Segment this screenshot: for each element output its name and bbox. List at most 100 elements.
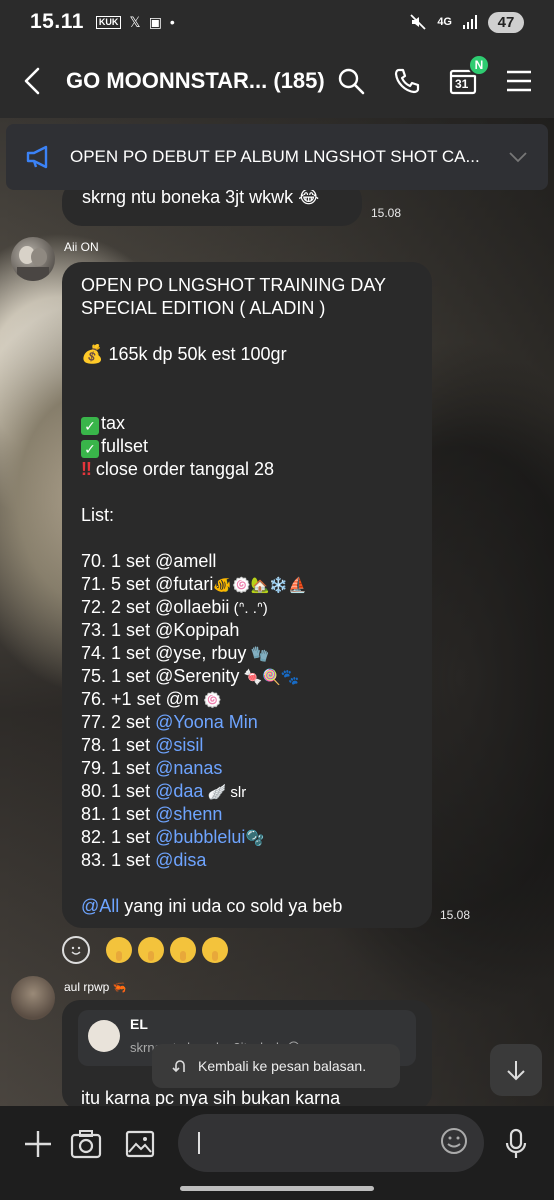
mention-link[interactable]: @nanas bbox=[155, 758, 222, 778]
money-bag-emoji: 💰 bbox=[81, 344, 104, 364]
order-list-item: 79. 1 set @nanas bbox=[81, 757, 414, 780]
order-quantity: 1 set bbox=[111, 758, 151, 778]
order-suffix: 🪽 slr bbox=[203, 784, 247, 801]
mention-all[interactable]: @All bbox=[81, 896, 119, 916]
scroll-to-bottom-button[interactable] bbox=[490, 1044, 542, 1096]
order-list-item: 77. 2 set @Yoona Min bbox=[81, 711, 414, 734]
reply-author: EL bbox=[130, 1016, 148, 1032]
order-quantity: 2 set bbox=[111, 597, 151, 617]
order-name: @amell bbox=[155, 551, 217, 571]
order-quantity: 2 set bbox=[111, 712, 151, 732]
message-bubble[interactable]: OPEN PO LNGSHOT TRAINING DAY SPECIAL EDI… bbox=[62, 262, 432, 928]
order-name: @Serenity bbox=[155, 666, 240, 686]
bag-icon: ▣ bbox=[148, 13, 162, 30]
status-bar: 15.11 KUK 𝕏 ▣ • 4G 47 bbox=[0, 0, 554, 44]
mention-link[interactable]: @bubblelui bbox=[155, 827, 245, 847]
hamburger-icon bbox=[507, 70, 531, 92]
mention-link[interactable]: @disa bbox=[155, 850, 206, 870]
mention-link[interactable]: @shenn bbox=[155, 804, 222, 824]
microphone-icon bbox=[505, 1128, 527, 1158]
dot-icon: • bbox=[169, 14, 175, 30]
plus-icon bbox=[25, 1131, 51, 1157]
order-number: 73. bbox=[81, 620, 107, 640]
gallery-button[interactable] bbox=[122, 1126, 158, 1162]
order-quantity: 1 set bbox=[111, 666, 151, 686]
order-quantity: 5 set bbox=[111, 574, 151, 594]
order-number: 71. bbox=[81, 574, 107, 594]
order-list-item: 74. 1 set @yse, rbuy 🧤 bbox=[81, 642, 414, 665]
order-number: 76. bbox=[81, 689, 107, 709]
order-list-item: 76. +1 set @m 🍥 bbox=[81, 688, 414, 711]
check-item: tax bbox=[101, 413, 126, 433]
calendar-badge: N bbox=[468, 54, 490, 76]
sender-name[interactable]: Aii ON bbox=[64, 240, 99, 254]
list-label: List: bbox=[81, 505, 115, 525]
notification-icons: KUK 𝕏 ▣ • bbox=[95, 13, 175, 31]
message-time: 15.08 bbox=[371, 206, 402, 220]
order-number: 75. bbox=[81, 666, 107, 686]
emoji-button[interactable] bbox=[440, 1127, 468, 1160]
network-label: 4G bbox=[437, 16, 452, 28]
back-button[interactable] bbox=[22, 61, 56, 101]
announcement-banner[interactable]: OPEN PO DEBUT EP ALBUM LNGSHOT SHOT CA..… bbox=[6, 124, 548, 190]
mention-link[interactable]: @sisil bbox=[155, 735, 203, 755]
smile-icon bbox=[71, 946, 81, 955]
double-exclamation-icon: ‼ bbox=[81, 459, 92, 479]
composer-bar bbox=[0, 1106, 554, 1200]
search-icon bbox=[338, 68, 365, 95]
mention-link[interactable]: @Yoona Min bbox=[155, 712, 258, 732]
system-icons: 4G 47 bbox=[409, 11, 524, 33]
chevron-down-icon[interactable] bbox=[508, 151, 528, 163]
back-to-reply-toast[interactable]: Kembali ke pesan balasan. bbox=[152, 1044, 400, 1088]
order-number: 81. bbox=[81, 804, 107, 824]
smile-icon bbox=[441, 1127, 467, 1154]
calendar-day: 31 bbox=[455, 77, 469, 91]
order-list-item: 80. 1 set @daa 🪽 slr bbox=[81, 780, 414, 803]
order-quantity: 1 set bbox=[111, 735, 151, 755]
call-button[interactable] bbox=[390, 64, 424, 98]
order-number: 74. bbox=[81, 643, 107, 663]
order-number: 72. bbox=[81, 597, 107, 617]
kuk-icon: KUK bbox=[95, 15, 122, 29]
text-caret bbox=[198, 1132, 200, 1154]
add-attachment-button[interactable] bbox=[20, 1126, 56, 1162]
order-list-item: 81. 1 set @shenn bbox=[81, 803, 414, 826]
shushing-face-icon[interactable] bbox=[138, 937, 164, 963]
home-indicator[interactable] bbox=[180, 1186, 374, 1191]
order-quantity: 1 set bbox=[111, 643, 151, 663]
order-suffix: 🐠🍥🏡❄️⛵ bbox=[213, 577, 307, 594]
menu-button[interactable] bbox=[502, 64, 536, 98]
message-input[interactable] bbox=[178, 1114, 484, 1172]
avatar[interactable] bbox=[11, 237, 55, 281]
order-name: @Kopipah bbox=[155, 620, 240, 640]
voice-button[interactable] bbox=[498, 1126, 534, 1162]
message-title-line: OPEN PO LNGSHOT TRAINING DAY bbox=[81, 275, 387, 295]
order-quantity: 1 set bbox=[111, 551, 151, 571]
avatar[interactable] bbox=[11, 976, 55, 1020]
add-reaction-button[interactable] bbox=[62, 936, 90, 964]
search-button[interactable] bbox=[334, 64, 368, 98]
order-quantity: 1 set bbox=[111, 804, 151, 824]
order-list-item: 72. 2 set @ollaebii (ᐢ. .ᐢ) bbox=[81, 596, 414, 619]
order-list-item: 71. 5 set @futari🐠🍥🏡❄️⛵ bbox=[81, 573, 414, 596]
camera-button[interactable] bbox=[68, 1126, 104, 1162]
close-order-text: close order tanggal 28 bbox=[95, 459, 274, 479]
shushing-face-icon[interactable] bbox=[106, 937, 132, 963]
calendar-button[interactable]: 31 N bbox=[446, 54, 490, 98]
order-list-item: 73. 1 set @Kopipah bbox=[81, 619, 414, 642]
order-suffix: (ᐢ. .ᐢ) bbox=[229, 600, 268, 617]
megaphone-icon bbox=[26, 145, 48, 169]
sender-name[interactable]: aul rpwp 🦐 bbox=[64, 980, 126, 994]
order-list: 70. 1 set @amell 71. 5 set @futari🐠🍥🏡❄️⛵ 7… bbox=[81, 550, 414, 872]
mention-link[interactable]: @daa bbox=[155, 781, 203, 801]
order-name: @ollaebii bbox=[155, 597, 230, 617]
signal-icon bbox=[463, 15, 477, 29]
image-icon bbox=[125, 1130, 155, 1158]
shushing-face-icon[interactable] bbox=[170, 937, 196, 963]
announcement-text: OPEN PO DEBUT EP ALBUM LNGSHOT SHOT CA..… bbox=[70, 147, 480, 166]
shushing-face-icon[interactable] bbox=[202, 937, 228, 963]
order-list-item: 75. 1 set @Serenity 🍬🍭🐾 bbox=[81, 665, 414, 688]
message-emoji: 😂 bbox=[298, 187, 320, 207]
order-quantity: 1 set bbox=[111, 781, 151, 801]
chat-title[interactable]: GO MOONNSTAR... (185) bbox=[66, 68, 334, 94]
